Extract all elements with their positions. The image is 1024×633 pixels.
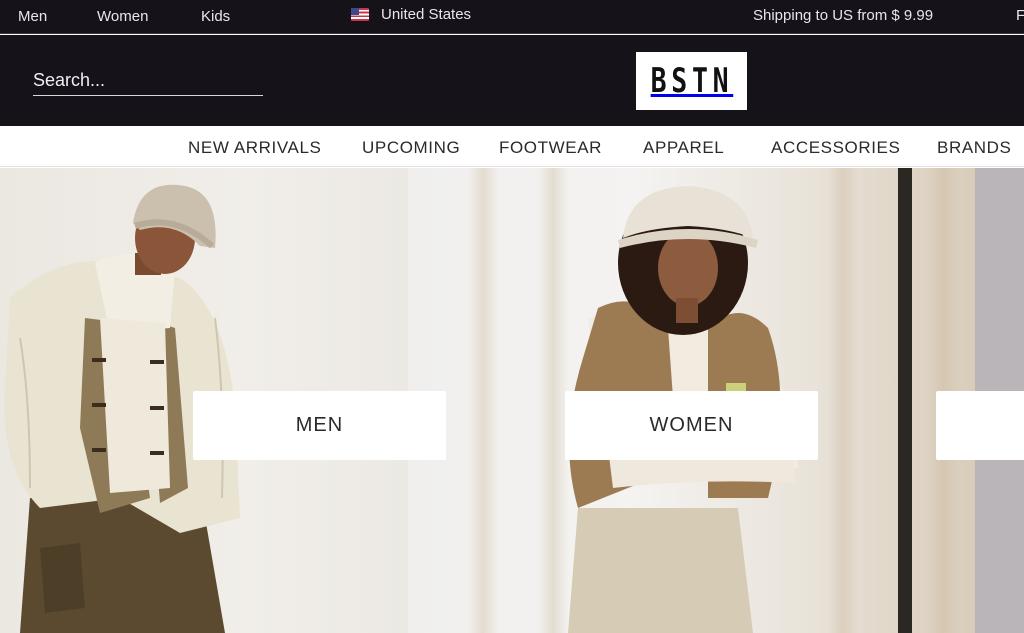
category-card-third[interactable]: [936, 391, 1024, 460]
nav-item-apparel[interactable]: APPAREL: [643, 138, 724, 158]
country-label: United States: [381, 6, 472, 23]
category-card-women[interactable]: WOMEN: [565, 391, 818, 460]
nav-item-accessories[interactable]: ACCESSORIES: [771, 138, 900, 158]
top-utility-bar: Men Women Kids United States Shipping to…: [0, 0, 1024, 34]
nav-item-upcoming[interactable]: UPCOMING: [362, 138, 460, 158]
nav-item-new-arrivals[interactable]: NEW ARRIVALS: [188, 138, 321, 158]
category-card-men[interactable]: MEN: [193, 391, 446, 460]
shipping-info: Shipping to US from $ 9.99: [753, 7, 934, 24]
category-nav: NEW ARRIVALS UPCOMING FOOTWEAR APPAREL A…: [0, 126, 1024, 167]
search-input[interactable]: [33, 67, 263, 93]
site-header: BSTN: [0, 35, 1024, 126]
gender-link-kids[interactable]: Kids: [201, 8, 230, 25]
gender-link-women[interactable]: Women: [97, 8, 148, 25]
nav-item-footwear[interactable]: FOOTWEAR: [499, 138, 602, 158]
us-flag-icon: [351, 8, 369, 21]
truncated-topbar-text: F: [1016, 7, 1024, 24]
country-selector[interactable]: United States: [351, 6, 471, 23]
search-field: [33, 67, 263, 96]
hero-banner: MEN WOMEN: [0, 168, 1024, 633]
logo-text: BSTN: [650, 61, 733, 101]
site-logo[interactable]: BSTN: [636, 52, 747, 110]
nav-item-brands[interactable]: BRANDS: [937, 138, 1011, 158]
gender-link-men[interactable]: Men: [18, 8, 47, 25]
